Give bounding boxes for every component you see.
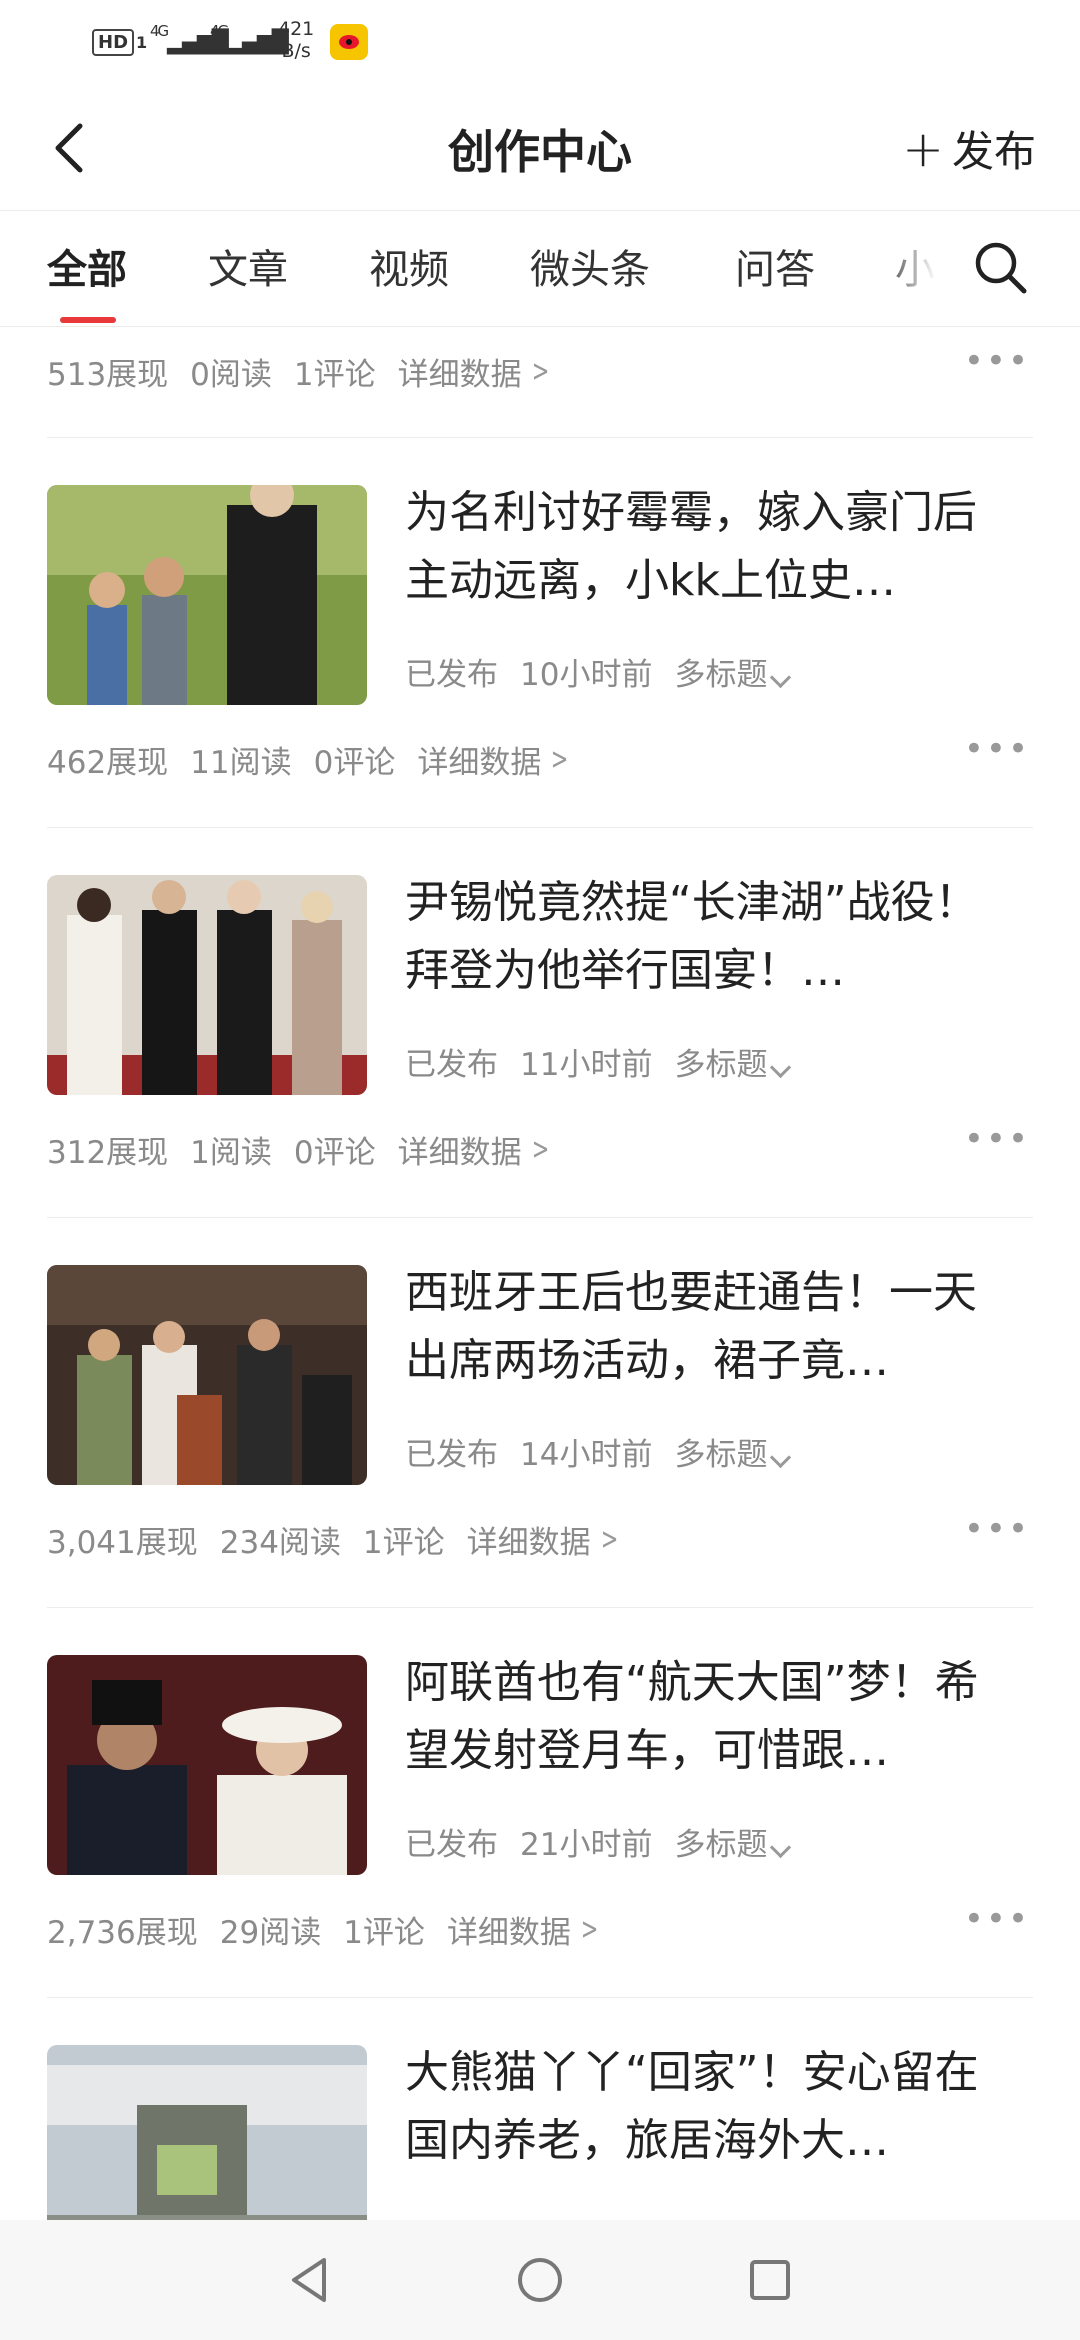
more-dots-icon[interactable]: ••• — [964, 1509, 1030, 1549]
multi-title-dropdown[interactable]: 多标题 — [674, 1819, 792, 1864]
status-bar: HD 1 4G ▂▄▆█ 4G ▂▄▆█ 421 B/s — [0, 0, 1080, 88]
stats-row: 462展现 11阅读 0评论 详细数据 > — [47, 737, 573, 782]
article-thumbnail — [47, 875, 367, 1095]
tab-all[interactable]: 全部 — [47, 237, 127, 295]
network-rate: 421 B/s — [278, 18, 315, 62]
stats-row: 312展现 1阅读 0评论 详细数据 > — [47, 1127, 553, 1172]
chevron-right-icon: > — [600, 1522, 619, 1557]
article-title[interactable]: 大熊猫丫丫“回家”！安心留在国内养老，旅居海外大… — [405, 2039, 1005, 2175]
article-card[interactable]: 大熊猫丫丫“回家”！安心留在国内养老，旅居海外大… — [0, 2045, 1080, 2227]
tab-micro-headlines[interactable]: 微头条 — [530, 237, 650, 295]
stats-row: 3,041展现 234阅读 1评论 详细数据 > — [47, 1517, 622, 1562]
app-header: 创作中心 + 发布 — [0, 88, 1080, 211]
more-dots-icon[interactable]: ••• — [964, 1899, 1030, 1939]
article-thumbnail — [47, 1655, 367, 1875]
chevron-down-icon — [770, 666, 792, 689]
article-meta: 已发布 10小时前 多标题 — [405, 649, 792, 694]
more-dots-icon[interactable]: ••• — [964, 1119, 1030, 1159]
chevron-down-icon — [770, 1836, 792, 1859]
article-title[interactable]: 西班牙王后也要赶通告！一天出席两场活动，裙子竟… — [405, 1259, 1005, 1395]
tab-videos[interactable]: 视频 — [369, 237, 449, 295]
article-title[interactable]: 为名利讨好霉霉，嫁入豪门后主动远离，小kk上位史… — [405, 479, 1005, 615]
tab-articles[interactable]: 文章 — [208, 237, 288, 295]
article-thumbnail — [47, 1265, 367, 1485]
system-navigation-bar — [0, 2220, 1080, 2340]
nav-recents-icon[interactable] — [740, 2250, 800, 2310]
active-tab-indicator — [60, 317, 116, 323]
multi-title-dropdown[interactable]: 多标题 — [674, 1429, 792, 1474]
detail-data-link[interactable]: 详细数据 > — [447, 1907, 602, 1952]
detail-data-link[interactable]: 详细数据 > — [417, 737, 572, 782]
article-meta: 已发布 14小时前 多标题 — [405, 1429, 792, 1474]
signal-icon-2: 4G ▂▄▆█ — [210, 22, 289, 55]
article-feed: 513展现 0阅读 1评论 详细数据 > ••• 为名利讨好霉霉，嫁入豪门后主动远… — [0, 327, 1080, 2227]
article-thumbnail — [47, 485, 367, 705]
stats-row: 2,736展现 29阅读 1评论 详细数据 > — [47, 1907, 602, 1952]
article-card[interactable]: 阿联酋也有“航天大国”梦！希望发射登月车，可惜跟… 已发布 21小时前 多标题 — [0, 1655, 1080, 1875]
article-card[interactable]: 尹锡悦竟然提“长津湖”战役！拜登为他举行国宴！… 已发布 11小时前 多标题 — [0, 875, 1080, 1095]
category-tabs: 全部 文章 视频 微头条 问答 小 — [0, 211, 1080, 327]
article-thumbnail — [47, 2045, 367, 2227]
article-card[interactable]: 为名利讨好霉霉，嫁入豪门后主动远离，小kk上位史… 已发布 10小时前 多标题 — [0, 485, 1080, 705]
more-dots-icon[interactable]: ••• — [964, 341, 1030, 381]
publish-button[interactable]: + 发布 — [902, 118, 1036, 179]
nav-home-icon[interactable] — [510, 2250, 570, 2310]
nav-back-icon[interactable] — [280, 2250, 340, 2310]
article-card[interactable]: 西班牙王后也要赶通告！一天出席两场活动，裙子竟… 已发布 14小时前 多标题 — [0, 1265, 1080, 1485]
chevron-right-icon: > — [531, 1132, 550, 1167]
detail-data-link[interactable]: 详细数据 > — [398, 1127, 553, 1172]
more-dots-icon[interactable]: ••• — [964, 729, 1030, 769]
hd-indicator: HD 1 — [92, 22, 147, 62]
chevron-right-icon: > — [580, 1912, 599, 1947]
detail-data-link[interactable]: 详细数据 > — [398, 349, 553, 394]
plus-icon: + — [902, 119, 944, 178]
tab-qa[interactable]: 问答 — [735, 237, 815, 295]
weibo-icon — [330, 24, 368, 60]
chevron-right-icon: > — [531, 354, 550, 389]
stats-row: 513展现 0阅读 1评论 详细数据 > — [47, 349, 553, 394]
search-icon[interactable] — [970, 237, 1030, 297]
article-meta: 已发布 21小时前 多标题 — [405, 1819, 792, 1864]
chevron-down-icon — [770, 1446, 792, 1469]
article-title[interactable]: 阿联酋也有“航天大国”梦！希望发射登月车，可惜跟… — [405, 1649, 1005, 1785]
article-title[interactable]: 尹锡悦竟然提“长津湖”战役！拜登为他举行国宴！… — [405, 869, 1005, 1005]
chevron-right-icon: > — [551, 742, 569, 777]
detail-data-link[interactable]: 详细数据 > — [467, 1517, 622, 1562]
multi-title-dropdown[interactable]: 多标题 — [674, 649, 792, 694]
chevron-down-icon — [770, 1056, 792, 1079]
article-meta: 已发布 11小时前 多标题 — [405, 1039, 792, 1084]
multi-title-dropdown[interactable]: 多标题 — [674, 1039, 792, 1084]
